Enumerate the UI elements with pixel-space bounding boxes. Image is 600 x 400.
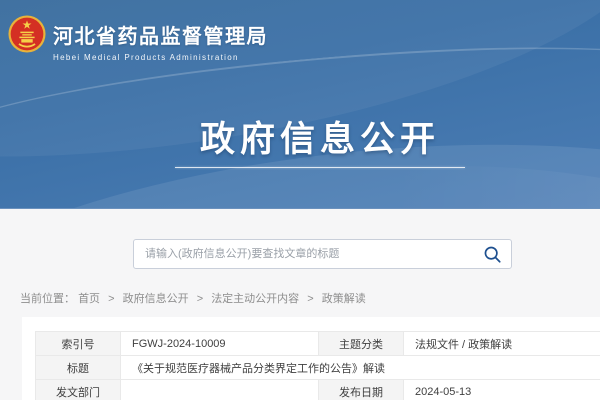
national-emblem-icon (8, 15, 46, 53)
header-banner: 河北省药品监督管理局 Hebei Medical Products Admini… (0, 0, 600, 209)
search-input[interactable] (134, 240, 473, 268)
table-row-title: 标题 《关于规范医疗器械产品分类界定工作的公告》解读 (36, 356, 600, 380)
site-logo[interactable]: 河北省药品监督管理局 Hebei Medical Products Admini… (8, 15, 268, 62)
document-info-card: 索引号 FGWJ-2024-10009 主题分类 法规文件 / 政策解读 标题 … (22, 317, 600, 400)
breadcrumb: 当前位置： 首页 > 政府信息公开 > 法定主动公开内容 > 政策解读 (20, 290, 366, 306)
topic-category-label: 主题分类 (319, 332, 404, 356)
breadcrumb-item-home[interactable]: 首页 (78, 293, 100, 305)
breadcrumb-item-statutory-content[interactable]: 法定主动公开内容 (211, 293, 299, 305)
breadcrumb-item-info-disclosure[interactable]: 政府信息公开 (123, 293, 189, 305)
title-label: 标题 (36, 356, 121, 380)
document-info-table: 索引号 FGWJ-2024-10009 主题分类 法规文件 / 政策解读 标题 … (35, 331, 600, 400)
page: 河北省药品监督管理局 Hebei Medical Products Admini… (0, 0, 600, 400)
site-title-block: 河北省药品监督管理局 Hebei Medical Products Admini… (53, 15, 268, 62)
table-row-department: 发文部门 发布日期 2024-05-13 (36, 380, 600, 400)
index-number-value: FGWJ-2024-10009 (121, 332, 319, 356)
breadcrumb-separator: > (307, 293, 313, 305)
breadcrumb-separator: > (197, 293, 203, 305)
breadcrumb-prefix: 当前位置： (20, 293, 75, 305)
search-box (133, 239, 512, 269)
topic-category-value: 法规文件 / 政策解读 (404, 332, 600, 356)
table-row-index: 索引号 FGWJ-2024-10009 主题分类 法规文件 / 政策解读 (36, 332, 600, 356)
publish-date-value: 2024-05-13 (404, 380, 600, 400)
breadcrumb-separator: > (108, 293, 114, 305)
title-value: 《关于规范医疗器械产品分类界定工作的公告》解读 (121, 356, 600, 380)
search-button[interactable] (473, 240, 511, 268)
search-icon (483, 245, 502, 264)
issuing-department-value (121, 380, 319, 400)
publish-date-label: 发布日期 (319, 380, 404, 400)
index-number-label: 索引号 (36, 332, 121, 356)
site-name: 河北省药品监督管理局 (53, 20, 268, 49)
page-title: 政府信息公开 (0, 111, 600, 162)
page-title-underline (175, 167, 465, 168)
site-name-english: Hebei Medical Products Administration (53, 53, 268, 62)
issuing-department-label: 发文部门 (36, 380, 121, 400)
breadcrumb-item-policy-interpretation[interactable]: 政策解读 (322, 293, 366, 305)
